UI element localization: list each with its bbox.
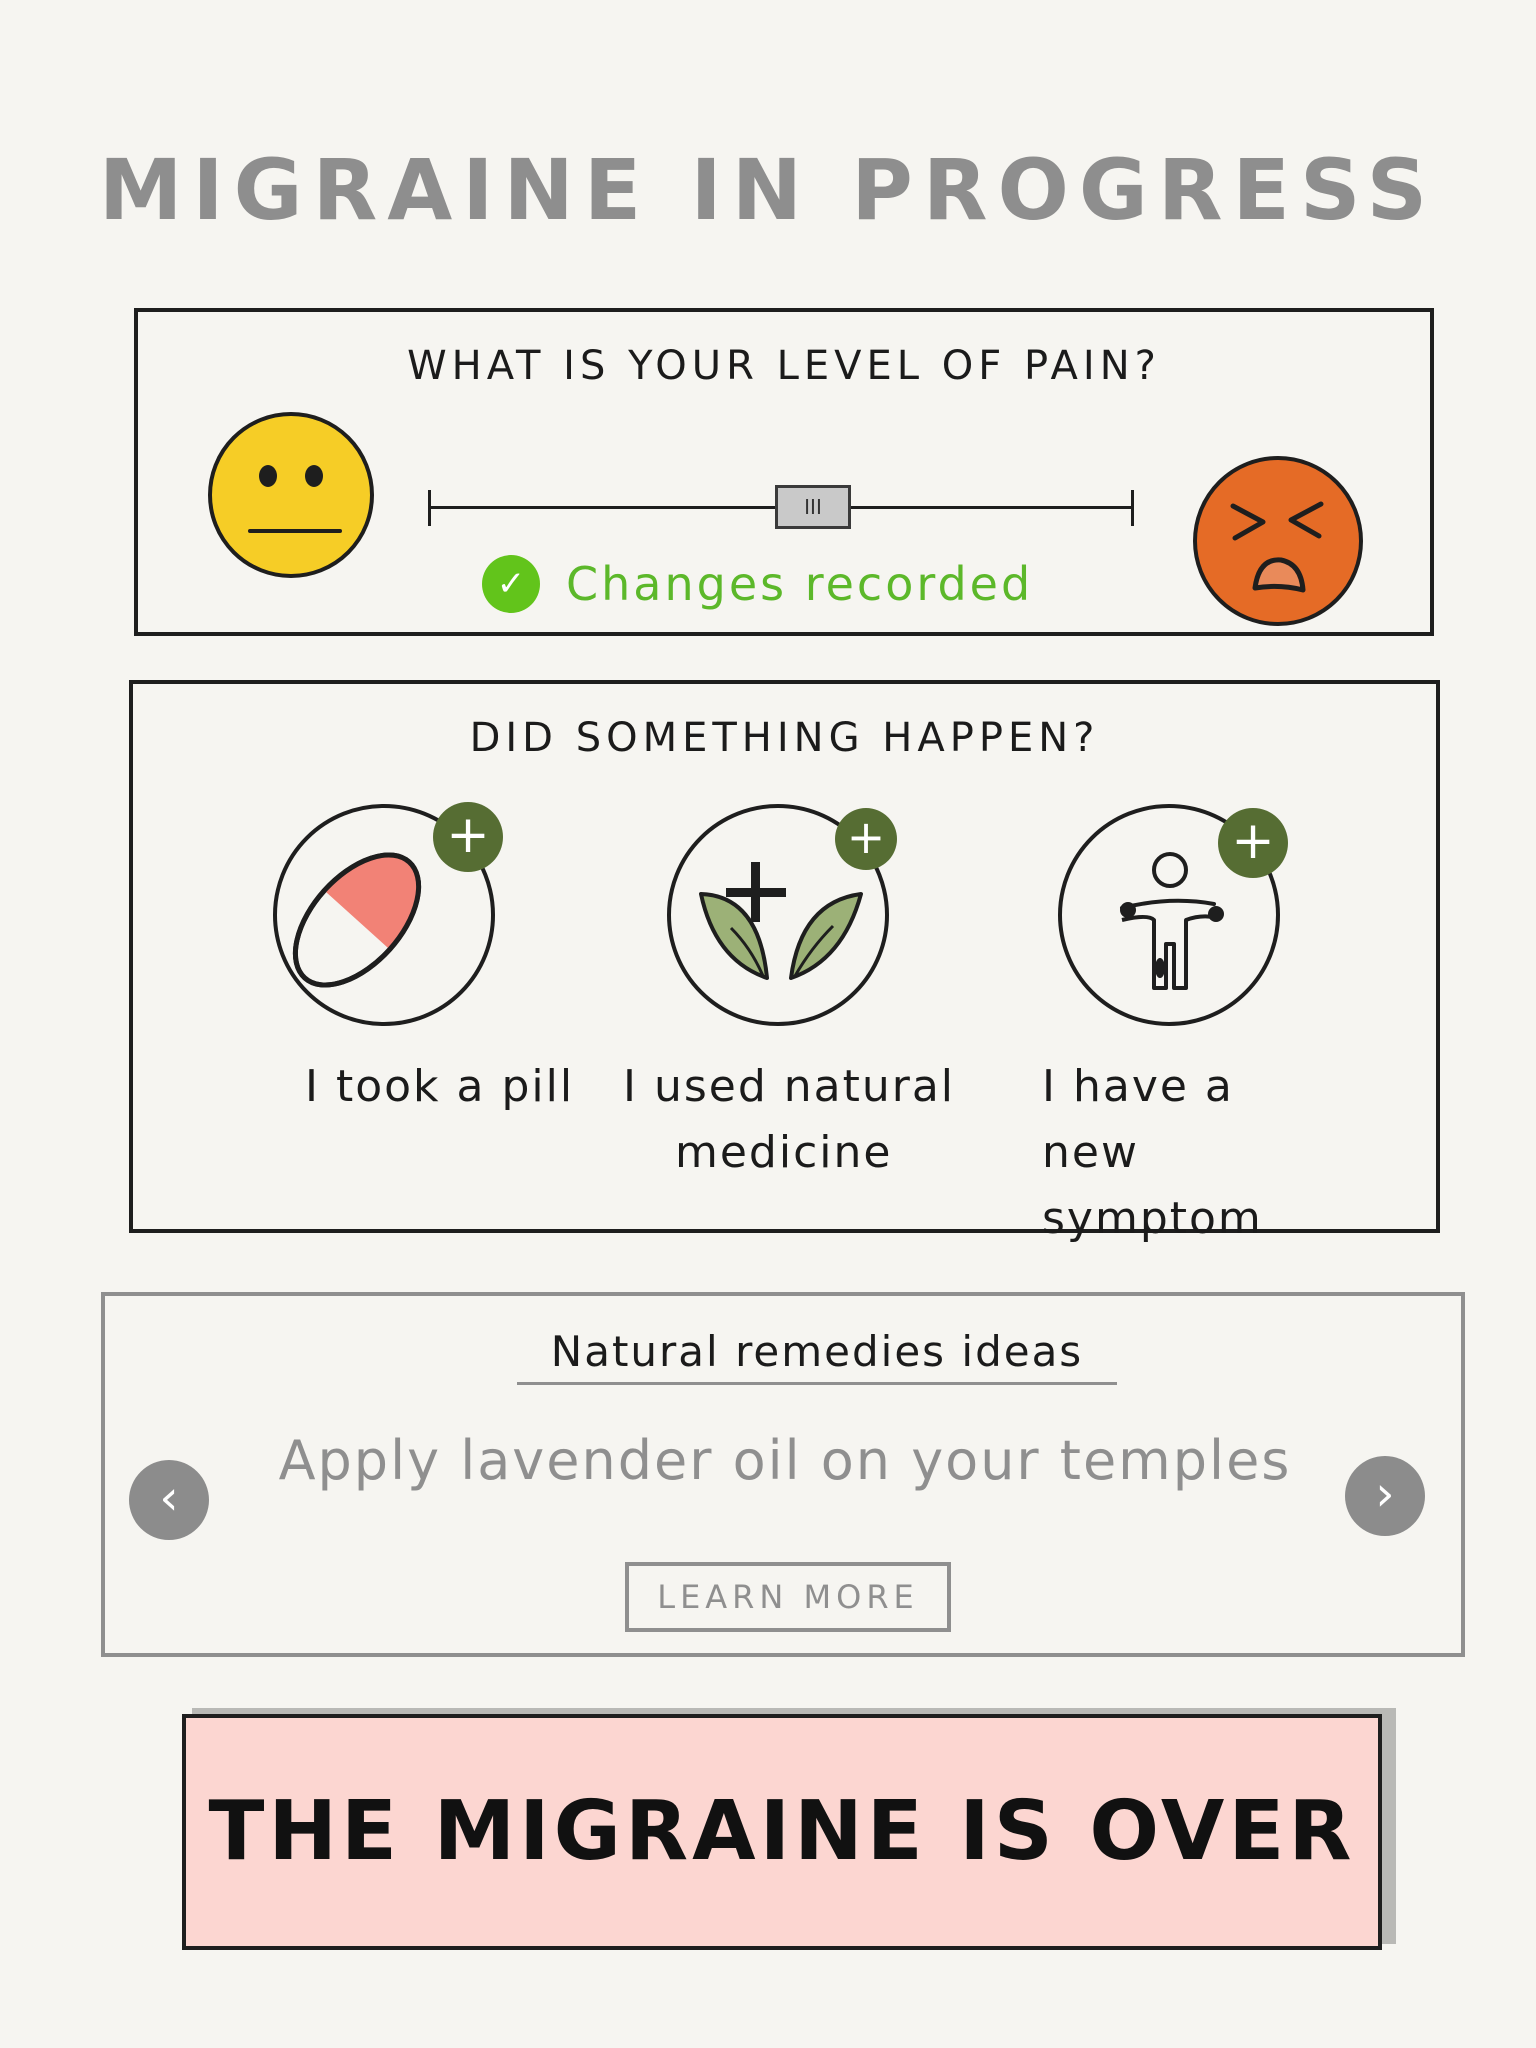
option-natural-medicine[interactable]: + I used natural medicine [623, 804, 997, 1178]
plus-icon[interactable]: + [433, 802, 503, 872]
chevron-right-icon[interactable]: › [1345, 1456, 1425, 1536]
option-circle[interactable]: + [273, 802, 503, 1026]
events-card: DID SOMETHING HAPPEN? + I took a pill + … [129, 680, 1440, 1244]
save-status: ✓ Changes recorded [482, 552, 1033, 616]
remedies-card: Natural remedies ideas ‹ Apply lavender … [101, 1292, 1465, 1657]
neutral-face-icon [208, 412, 374, 578]
pained-face-icon [1193, 456, 1363, 626]
pain-slider[interactable]: III [428, 482, 1134, 532]
pain-question: WHAT IS YOUR LEVEL OF PAIN? [407, 343, 1161, 389]
option-new-symptom[interactable]: + I have a new symptom [1042, 804, 1388, 1244]
plus-icon[interactable]: + [835, 808, 897, 870]
pain-level-card: WHAT IS YOUR LEVEL OF PAIN? III ✓ Change… [134, 308, 1434, 636]
slider-thumb[interactable]: III [775, 485, 851, 529]
option-circle[interactable]: + [667, 804, 897, 1026]
remedy-tip: Apply lavender oil on your temples [278, 1429, 1292, 1492]
option-took-pill[interactable]: + I took a pill [273, 802, 603, 1112]
option-label: I have a new symptom [1042, 1061, 1263, 1244]
slider-max-cap [1131, 490, 1134, 526]
slider-min-cap [428, 490, 431, 526]
chevron-left-icon[interactable]: ‹ [129, 1460, 209, 1540]
learn-more-button[interactable]: LEARN MORE [625, 1562, 951, 1632]
option-label: I used natural medicine [623, 1061, 956, 1178]
option-label: I took a pill [305, 1061, 575, 1112]
plus-icon[interactable]: + [1218, 808, 1288, 878]
remedies-title: Natural remedies ideas [517, 1322, 1117, 1385]
status-text: Changes recorded [566, 557, 1034, 611]
check-icon: ✓ [482, 555, 540, 613]
end-migraine-button[interactable]: THE MIGRAINE IS OVER [182, 1714, 1382, 1950]
option-circle[interactable]: + [1058, 804, 1288, 1026]
events-question: DID SOMETHING HAPPEN? [469, 715, 1100, 761]
page-title: MIGRAINE IN PROGRESS [98, 141, 1438, 239]
